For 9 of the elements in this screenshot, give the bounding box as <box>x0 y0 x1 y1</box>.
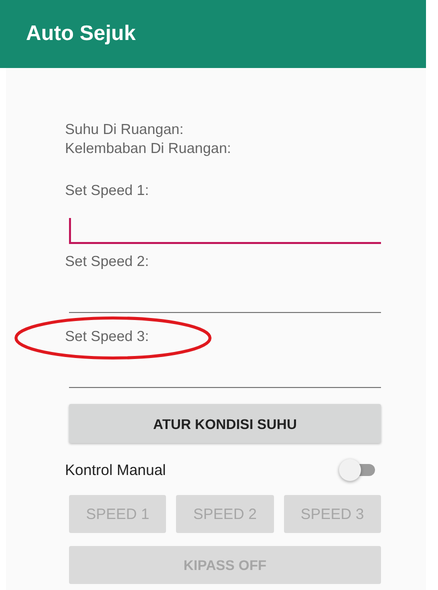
apply-button[interactable]: ATUR KONDISI SUHU <box>69 404 381 443</box>
app-title: Auto Sejuk <box>26 22 136 46</box>
reading-label: Suhu Di Ruangan: <box>65 122 184 138</box>
field-label: Set Speed 2: <box>65 254 149 270</box>
field-label: Set Speed 1: <box>65 183 149 199</box>
reading-label: Kelembaban Di Ruangan: <box>65 141 232 157</box>
toggle-switch[interactable] <box>339 459 377 481</box>
field-label: Set Speed 3: <box>65 329 149 345</box>
switch-label: Kontrol Manual <box>65 462 166 478</box>
